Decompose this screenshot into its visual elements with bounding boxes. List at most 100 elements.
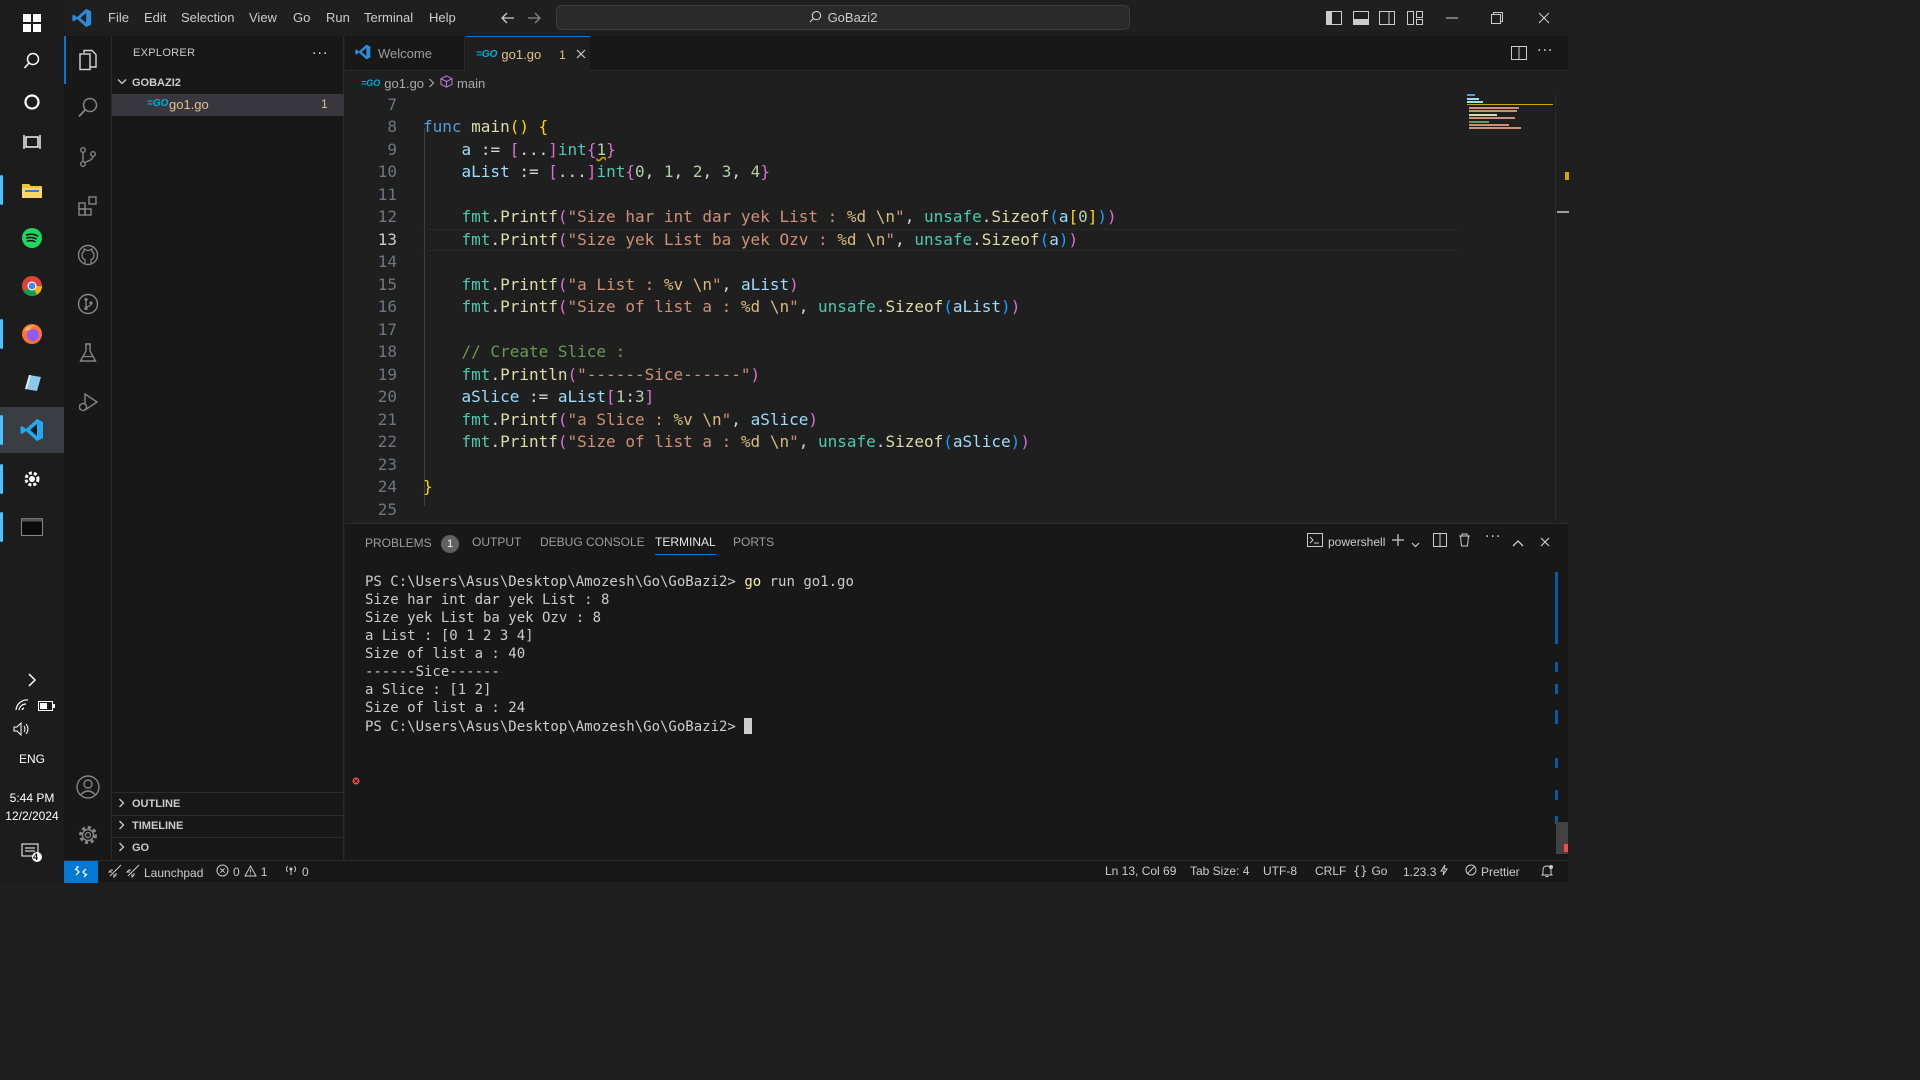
terminal-profile[interactable]: powershell (1307, 533, 1385, 550)
app-icon[interactable] (0, 359, 64, 405)
command-center-search[interactable]: GoBazi2 (556, 5, 1130, 30)
volume-icon[interactable] (13, 721, 31, 740)
code-editor[interactable]: 7 8 func main() { 9 a := [...]int{1} 10 a… (345, 94, 1555, 522)
menu-go[interactable]: Go (293, 10, 310, 25)
more-actions-icon[interactable]: ··· (312, 46, 328, 62)
customize-layout-icon[interactable] (1405, 8, 1425, 28)
close-panel-icon[interactable] (1540, 536, 1550, 551)
eol-status[interactable]: CRLF (1315, 864, 1346, 878)
file-explorer-icon[interactable] (0, 167, 64, 213)
toggle-secondary-sidebar-icon[interactable] (1377, 8, 1397, 28)
search-view-icon[interactable] (64, 84, 112, 132)
line-number: 8 (387, 117, 397, 136)
search-icon[interactable] (0, 38, 64, 84)
menu-edit[interactable]: Edit (144, 10, 166, 25)
editor-scrollbar[interactable] (1555, 94, 1569, 522)
menu-selection[interactable]: Selection (181, 10, 234, 25)
github-icon[interactable] (64, 231, 112, 279)
input-language[interactable]: ENG (0, 752, 64, 766)
minimap[interactable] (1463, 94, 1555, 134)
extensions-icon[interactable] (64, 182, 112, 230)
breadcrumb-symbol[interactable]: main (457, 76, 485, 91)
menu-terminal[interactable]: Terminal (364, 10, 413, 25)
menu-view[interactable]: View (249, 10, 277, 25)
firefox-icon[interactable] (0, 311, 64, 357)
notifications-bell-icon[interactable] (1540, 864, 1554, 878)
problems-count-badge: 1 (441, 535, 460, 553)
spotify-icon[interactable] (0, 215, 64, 261)
command-error-decoration-icon[interactable] (352, 774, 360, 789)
tab-go1[interactable]: =GO go1.go 1 (466, 36, 590, 72)
remote-indicator-icon[interactable] (64, 861, 98, 883)
git-graph-icon[interactable] (64, 280, 112, 328)
terminal-app-icon[interactable] (0, 504, 64, 550)
problems-status[interactable]: 0 1 (216, 864, 267, 880)
notification-center-icon[interactable]: 4 (0, 830, 64, 876)
chevron-down-icon (112, 77, 132, 89)
breadcrumb-file[interactable]: go1.go (384, 76, 424, 91)
indentation-status[interactable]: Tab Size: 4 (1190, 864, 1249, 878)
section-timeline[interactable]: TIMELINE (112, 815, 344, 837)
explorer-icon[interactable] (64, 36, 112, 84)
braces-icon: {} (1353, 864, 1368, 878)
forward-arrow-icon[interactable] (524, 8, 544, 28)
error-count: 0 (233, 865, 240, 879)
panel-more-actions-icon[interactable]: ··· (1485, 529, 1501, 545)
toggle-panel-icon[interactable] (1351, 8, 1371, 28)
line-number: 23 (377, 455, 397, 474)
file-item-go1[interactable]: =GO go1.go 1 (112, 94, 344, 116)
split-terminal-icon[interactable] (1433, 533, 1447, 551)
wifi-icon[interactable] (14, 697, 30, 715)
ports-status[interactable]: 0 (284, 864, 309, 879)
back-arrow-icon[interactable] (498, 8, 518, 28)
tab-output[interactable]: OUTPUT (472, 535, 521, 549)
cursor-position[interactable]: Ln 13, Col 69 (1105, 864, 1176, 878)
terminal-scrollbar[interactable] (1555, 572, 1568, 861)
menu-help[interactable]: Help (429, 10, 456, 25)
manage-gear-icon[interactable] (64, 811, 112, 859)
testing-flask-icon[interactable] (64, 329, 112, 377)
split-editor-icon[interactable] (1511, 46, 1527, 64)
close-tab-icon[interactable] (576, 47, 586, 62)
accounts-icon[interactable] (64, 763, 112, 811)
tab-terminal[interactable]: TERMINAL (655, 535, 716, 555)
prettier-status[interactable]: Prettier (1465, 864, 1520, 879)
menu-file[interactable]: File (108, 10, 129, 25)
new-terminal-plus-icon[interactable] (1391, 533, 1405, 551)
terminal-prompt-line[interactable]: PS C:\Users\Asus\Desktop\Amozesh\Go\GoBa… (365, 718, 753, 735)
section-go[interactable]: GO (112, 837, 344, 859)
toggle-primary-sidebar-icon[interactable] (1324, 8, 1344, 28)
kill-terminal-trash-icon[interactable] (1458, 533, 1471, 551)
tab-debug-console[interactable]: DEBUG CONSOLE (540, 535, 645, 549)
settings-icon[interactable] (0, 456, 64, 502)
clock-time[interactable]: 5:44 PM (0, 791, 64, 805)
task-view-icon[interactable] (0, 119, 64, 165)
menu-run[interactable]: Run (326, 10, 350, 25)
run-and-debug-icon[interactable] (64, 378, 112, 426)
show-hidden-icons-chevron-icon[interactable] (0, 657, 64, 703)
tab-problems[interactable]: PROBLEMS 1 (365, 535, 460, 553)
code-line: 16 fmt.Printf("Size of list a : %d \n", … (345, 296, 1555, 318)
minimize-icon[interactable] (1442, 8, 1462, 28)
launchpad-item[interactable]: Launchpad (107, 864, 203, 881)
go-version-status[interactable]: 1.23.3 (1403, 864, 1449, 879)
vscode-taskbar-icon[interactable] (0, 407, 64, 453)
line-number: 24 (377, 477, 397, 496)
clock-date[interactable]: 12/2/2024 (0, 809, 64, 823)
source-control-icon[interactable] (64, 133, 112, 181)
chevron-down-icon[interactable] (1411, 537, 1420, 552)
close-window-icon[interactable] (1534, 8, 1554, 28)
language-mode[interactable]: {} Go (1353, 864, 1387, 878)
tab-welcome[interactable]: Welcome (345, 36, 465, 71)
prettier-disabled-icon (1465, 864, 1477, 879)
bottom-panel: PROBLEMS 1 OUTPUT DEBUG CONSOLE TERMINAL… (345, 523, 1568, 860)
section-outline[interactable]: OUTLINE (112, 793, 344, 815)
folder-gobazi2[interactable]: GOBAZI2 (112, 72, 344, 94)
battery-icon[interactable] (38, 700, 56, 715)
encoding-status[interactable]: UTF-8 (1263, 864, 1297, 878)
maximize-panel-chevron-up-icon[interactable] (1512, 536, 1524, 551)
editor-more-actions-icon[interactable]: ··· (1537, 43, 1553, 59)
tab-ports[interactable]: PORTS (733, 535, 774, 549)
chrome-icon[interactable] (0, 263, 64, 309)
restore-icon[interactable] (1487, 8, 1507, 28)
